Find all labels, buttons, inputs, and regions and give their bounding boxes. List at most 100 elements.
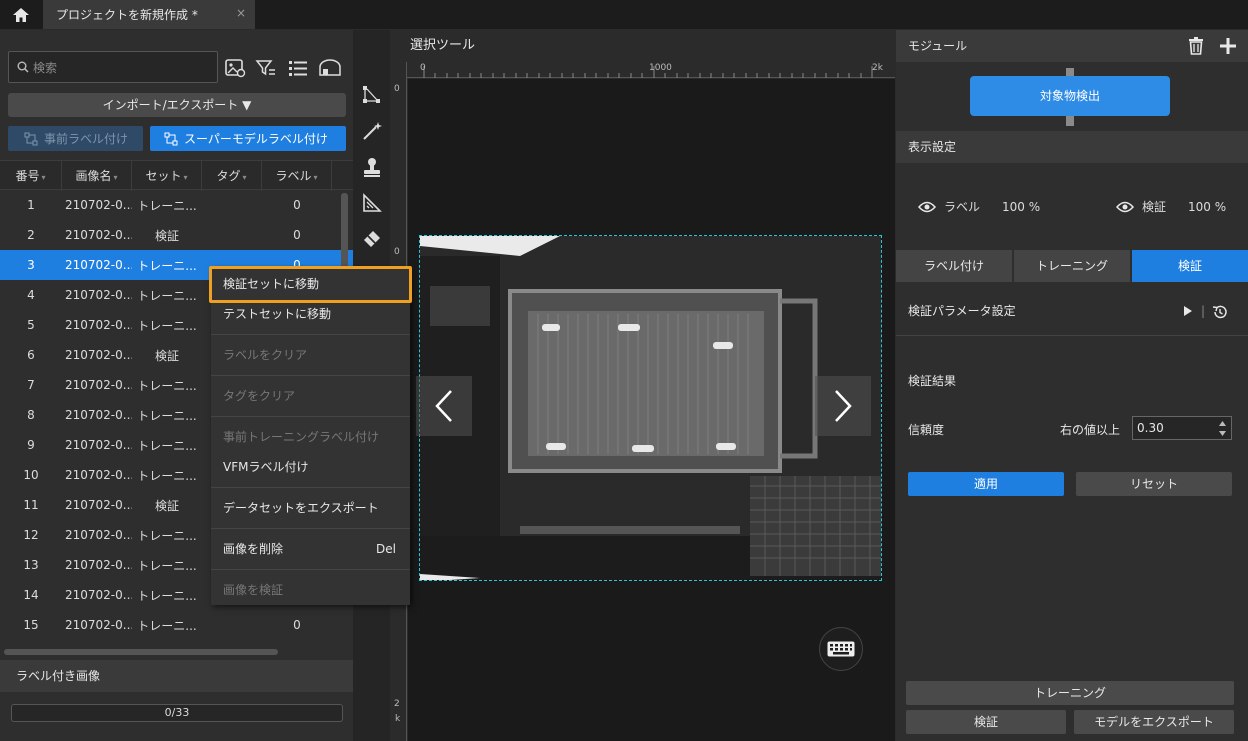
- keyboard-icon: [827, 641, 855, 657]
- camera-view-icon[interactable]: [318, 56, 342, 80]
- image-preview[interactable]: [419, 235, 882, 581]
- menu-item-verify-image: 画像を検証: [223, 583, 284, 597]
- menu-item-clear-labels: ラベルをクリア: [223, 348, 308, 362]
- add-icon[interactable]: [1220, 38, 1236, 54]
- menu-item-vfm-label[interactable]: VFMラベル付け: [211, 452, 410, 482]
- keyboard-shortcuts-button[interactable]: [819, 627, 863, 671]
- tab-labeling[interactable]: ラベル付け: [896, 250, 1012, 282]
- trash-icon[interactable]: [1188, 37, 1204, 55]
- col-number[interactable]: 番号 ▾: [0, 161, 62, 191]
- apply-button[interactable]: 適用: [908, 472, 1064, 496]
- tab-close-button[interactable]: ×: [236, 6, 246, 20]
- mask-tool-icon[interactable]: [359, 190, 385, 216]
- ruler-label: 0: [394, 247, 400, 257]
- row-image-name: 210702-0...: [65, 378, 132, 392]
- spin-down-icon[interactable]: [1219, 431, 1226, 436]
- verify-visibility-value[interactable]: 100 %: [1188, 200, 1226, 214]
- row-number: 11: [23, 498, 39, 512]
- row-set: トレーニ...: [137, 528, 197, 543]
- prev-image-button[interactable]: [416, 376, 472, 436]
- verify-button[interactable]: 検証: [906, 710, 1066, 734]
- delete-shortcut: Del: [376, 542, 396, 556]
- row-label: 0: [293, 228, 301, 242]
- module-title: モジュール: [908, 39, 968, 53]
- tab-verification[interactable]: 検証: [1132, 250, 1248, 282]
- row-set: トレーニ...: [137, 618, 197, 633]
- export-model-button[interactable]: モデルをエクスポート: [1074, 710, 1234, 734]
- super-model-label-button[interactable]: スーパーモデルラベル付け: [150, 126, 346, 151]
- polygon-tool-icon[interactable]: [359, 82, 385, 108]
- row-image-name: 210702-0...: [65, 498, 132, 512]
- above-value-label: 右の値以上: [1060, 423, 1121, 437]
- eye-icon[interactable]: [918, 201, 936, 213]
- import-export-button[interactable]: インポート/エクスポート ▼: [8, 93, 346, 117]
- label-visibility: ラベル 100 %: [918, 198, 1040, 215]
- menu-separator: [211, 528, 410, 529]
- search-input[interactable]: 検索: [8, 51, 218, 83]
- col-label[interactable]: ラベル ▾: [262, 161, 332, 191]
- chevron-left-icon: [435, 390, 452, 422]
- row-set: 検証: [154, 348, 179, 363]
- next-image-button[interactable]: [815, 376, 871, 436]
- menu-item-delete-image[interactable]: 画像を削除 Del: [211, 534, 410, 564]
- label-visibility-value[interactable]: 100 %: [1002, 200, 1040, 214]
- col-image-name[interactable]: 画像名 ▾: [62, 161, 132, 191]
- row-image-name: 210702-0...: [65, 438, 132, 452]
- mode-tabs: ラベル付け トレーニング 検証: [896, 250, 1248, 282]
- horizontal-scrollbar[interactable]: [4, 649, 278, 655]
- confidence-label: 信頼度: [908, 423, 945, 437]
- module-panel: モジュール 対象物検出 表示設定 ラベル 100 % 検証 100 % ラベル付…: [896, 30, 1248, 741]
- ruler-top: 0 1000 2k: [407, 62, 895, 78]
- row-set: トレーニ...: [137, 408, 197, 423]
- row-number: 2: [27, 228, 35, 242]
- row-number: 5: [27, 318, 35, 332]
- table-row[interactable]: 15 210702-0... トレーニ... 0: [0, 610, 353, 640]
- stamp-tool-icon[interactable]: [359, 154, 385, 180]
- spin-up-icon[interactable]: [1219, 421, 1226, 426]
- image-settings-icon[interactable]: [223, 56, 247, 80]
- row-image-name: 210702-0...: [65, 198, 132, 212]
- train-button[interactable]: トレーニング: [906, 681, 1234, 705]
- col-set[interactable]: セット ▾: [132, 161, 202, 191]
- table-row[interactable]: 2 210702-0... 検証 0: [0, 220, 353, 250]
- row-number: 12: [23, 528, 39, 542]
- ruler-label: 0: [420, 63, 426, 73]
- row-image-name: 210702-0...: [65, 258, 132, 272]
- tab-training[interactable]: トレーニング: [1014, 250, 1130, 282]
- magic-wand-icon[interactable]: [359, 118, 385, 144]
- menu-item-pretrain-label: 事前トレーニングラベル付け: [223, 430, 380, 444]
- search-placeholder: 検索: [33, 60, 58, 75]
- table-row[interactable]: 1 210702-0... トレーニ... 0: [0, 190, 353, 220]
- row-set: トレーニ...: [137, 288, 197, 303]
- label-node-icon: [164, 132, 178, 145]
- title-bar: プロジェクトを新規作成 * ×: [0, 0, 1248, 29]
- row-image-name: 210702-0...: [65, 228, 132, 242]
- list-view-icon[interactable]: [286, 56, 310, 80]
- filter-icon[interactable]: [254, 56, 278, 80]
- pre-label-button[interactable]: 事前ラベル付け: [8, 126, 143, 151]
- label-visibility-name: ラベル: [944, 200, 981, 214]
- menu-separator: [211, 416, 410, 417]
- eye-icon[interactable]: [1116, 201, 1134, 213]
- play-icon[interactable]: [1184, 306, 1192, 316]
- eraser-icon[interactable]: [359, 226, 385, 252]
- confidence-input[interactable]: 0.30: [1132, 416, 1232, 440]
- history-icon[interactable]: [1212, 304, 1228, 320]
- ruler-label: 2k: [872, 63, 883, 73]
- menu-item-move-to-test[interactable]: テストセットに移動: [211, 299, 410, 329]
- module-connector: [1066, 116, 1074, 126]
- verify-params-row[interactable]: 検証パラメータ設定 |: [896, 296, 1248, 336]
- super-model-label-text: スーパーモデルラベル付け: [184, 132, 328, 146]
- object-detection-module[interactable]: 対象物検出: [970, 76, 1170, 116]
- row-number: 15: [23, 618, 39, 632]
- col-tag[interactable]: タグ ▾: [202, 161, 262, 191]
- row-label: 0: [293, 618, 301, 632]
- reset-button[interactable]: リセット: [1076, 472, 1232, 496]
- home-button[interactable]: [0, 0, 42, 29]
- row-set: トレーニ...: [137, 198, 197, 213]
- tab-project[interactable]: プロジェクトを新規作成 * ×: [43, 0, 255, 29]
- display-settings-header: 表示設定: [896, 131, 1248, 163]
- row-number: 13: [23, 558, 39, 572]
- home-icon: [13, 7, 29, 22]
- menu-item-export-dataset[interactable]: データセットをエクスポート: [211, 493, 410, 523]
